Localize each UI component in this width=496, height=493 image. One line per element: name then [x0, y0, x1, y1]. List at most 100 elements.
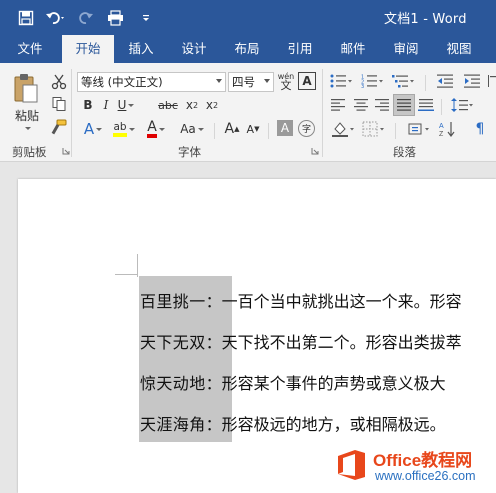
phonetic-guide-char: 文	[280, 79, 292, 92]
line-spacing-icon[interactable]	[449, 96, 475, 114]
sort-text-icon[interactable]: AZ	[437, 119, 459, 139]
shrink-font-label: A	[246, 122, 255, 136]
highlight-label: ab	[113, 121, 127, 137]
quick-access-toolbar	[0, 0, 158, 35]
customize-qat-icon[interactable]	[134, 6, 158, 30]
tab-insert[interactable]: 插入	[118, 35, 164, 63]
highlight-button[interactable]: ab	[111, 119, 137, 139]
superscript-button[interactable]: x2	[203, 96, 221, 114]
separator	[214, 123, 215, 139]
paste-icon[interactable]	[10, 71, 42, 107]
italic-button[interactable]: I	[98, 96, 114, 114]
definition: 形容某个事件的声势或意义极大	[221, 374, 446, 393]
tab-mailings[interactable]: 邮件	[330, 35, 376, 63]
align-left-icon[interactable]	[328, 96, 348, 114]
align-center-icon[interactable]	[351, 96, 371, 114]
bold-button[interactable]: B	[80, 96, 96, 114]
change-case-button[interactable]: Aa	[178, 119, 206, 139]
font-name-combobox[interactable]: 等线 (中文正文)	[77, 72, 226, 92]
font-size-combobox[interactable]: 四号	[228, 72, 274, 92]
justify-icon[interactable]	[393, 94, 415, 116]
colon: ：	[205, 415, 222, 434]
svg-text:Z: Z	[439, 131, 444, 137]
tab-view[interactable]: 视图	[436, 35, 482, 63]
group-separator	[71, 69, 72, 157]
enclose-characters-button[interactable]: 字	[298, 120, 315, 137]
tab-file[interactable]: 文件	[8, 35, 52, 63]
separator	[395, 123, 396, 139]
cut-icon[interactable]	[50, 73, 68, 91]
grow-font-button[interactable]: A ▲	[223, 119, 241, 139]
save-icon[interactable]	[14, 6, 38, 30]
sort-icon[interactable]	[486, 72, 496, 90]
watermark-url: www.office26.com	[375, 469, 476, 483]
subscript-button[interactable]: x2	[183, 96, 201, 114]
tab-layout[interactable]: 布局	[224, 35, 270, 63]
copy-icon[interactable]	[50, 95, 68, 113]
tab-home[interactable]: 开始	[62, 35, 114, 64]
underline-button[interactable]: U	[116, 96, 136, 114]
dialog-launcher-icon[interactable]	[311, 147, 319, 155]
increase-indent-icon[interactable]	[462, 72, 482, 90]
strikethrough-button[interactable]: abc	[156, 96, 180, 114]
paragraph-mark-icon[interactable]: ¶	[470, 119, 490, 139]
text-effects-label: A	[83, 120, 95, 138]
svg-text:A: A	[439, 123, 444, 130]
window-title: 文档1 - Word	[384, 12, 467, 27]
dialog-launcher-icon[interactable]	[62, 147, 70, 155]
font-color-button[interactable]: A	[144, 119, 168, 139]
document-line[interactable]: 百里挑一：一百个当中就挑出这一个来。形容	[140, 288, 462, 312]
ribbon-tabs: 文件 开始 插入 设计 布局 引用 邮件 审阅 视图	[0, 35, 496, 64]
superscript-mark: 2	[213, 100, 219, 110]
phonetic-guide-button[interactable]: wén 文	[276, 69, 296, 93]
print-preview-icon[interactable]	[104, 6, 128, 30]
tab-design[interactable]: 设计	[171, 35, 217, 63]
group-separator	[322, 69, 323, 157]
format-painter-icon[interactable]	[50, 118, 68, 136]
character-border-label: A	[302, 74, 312, 88]
shading-icon[interactable]	[330, 119, 356, 139]
svg-text:3: 3	[361, 84, 364, 88]
separator	[268, 123, 269, 139]
ribbon: 粘贴 剪贴板 等线 (中文正文) 四号 wén 文 A B I U abc x2…	[0, 63, 496, 162]
borders-icon[interactable]	[360, 119, 386, 139]
character-shading-button[interactable]: A	[277, 120, 293, 136]
character-border-button[interactable]: A	[298, 72, 316, 90]
font-size-value: 四号	[232, 75, 255, 89]
paste-button[interactable]: 粘贴	[8, 107, 46, 123]
chinese-layout-icon[interactable]	[405, 119, 431, 139]
multilevel-list-icon[interactable]	[390, 72, 416, 90]
text-effects-button[interactable]: A	[80, 119, 106, 139]
shrink-font-button[interactable]: A ▼	[244, 119, 262, 139]
change-case-label: Aa	[180, 122, 196, 136]
numbering-icon[interactable]: 123	[359, 72, 385, 90]
undo-icon[interactable]	[44, 6, 68, 30]
chevron-down-icon[interactable]	[20, 123, 34, 133]
colon: ：	[205, 292, 222, 311]
document-line[interactable]: 惊天动地：形容某个事件的声势或意义极大	[140, 370, 446, 394]
chevron-down-icon	[216, 79, 222, 83]
align-right-icon[interactable]	[372, 96, 392, 114]
group-label-paragraph: 段落	[393, 145, 416, 159]
bullets-icon[interactable]	[328, 72, 354, 90]
term: 惊天动地	[140, 374, 206, 393]
term: 天下无双	[140, 333, 206, 352]
underline-label: U	[117, 98, 127, 112]
term: 百里挑一	[140, 292, 206, 311]
font-color-label: A	[147, 120, 157, 138]
decrease-indent-icon[interactable]	[435, 72, 455, 90]
office-logo-icon	[338, 450, 365, 480]
tab-references[interactable]: 引用	[277, 35, 323, 63]
group-label-clipboard: 剪贴板	[12, 145, 47, 159]
crop-mark	[115, 274, 138, 275]
colon: ：	[205, 374, 222, 393]
redo-icon[interactable]	[74, 6, 98, 30]
definition: 天下找不出第二个。形容出类拔萃	[221, 333, 462, 352]
grow-font-label: A	[224, 121, 235, 137]
document-line[interactable]: 天下无双：天下找不出第二个。形容出类拔萃	[140, 329, 462, 353]
watermark: Office教程网 www.office26.com	[331, 442, 496, 493]
distributed-icon[interactable]	[416, 96, 436, 114]
group-label-font: 字体	[178, 145, 201, 159]
document-line[interactable]: 天涯海角：形容极远的地方，或相隔极远。	[140, 411, 446, 435]
tab-review[interactable]: 审阅	[383, 35, 429, 63]
